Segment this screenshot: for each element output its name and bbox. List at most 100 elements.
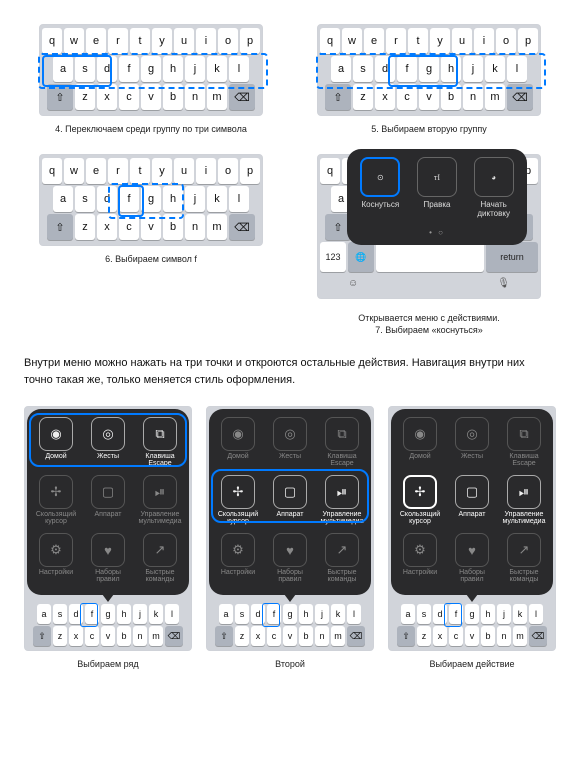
key[interactable]: d [375,56,395,82]
key[interactable]: y [152,28,172,54]
key[interactable]: v [419,84,439,110]
key[interactable]: y [152,158,172,184]
menu-home[interactable]: ◉Домой [31,415,81,469]
key[interactable]: o [218,28,238,54]
shift-key[interactable]: ⇧ [47,214,73,240]
key[interactable]: t [130,28,150,54]
key[interactable]: p [240,28,260,54]
shift-key[interactable]: ⇧ [33,626,51,646]
key[interactable]: f [267,604,281,624]
key[interactable]: n [185,84,205,110]
key[interactable]: i [196,158,216,184]
key[interactable]: z [53,626,67,646]
key[interactable]: r [108,28,128,54]
key[interactable]: a [53,56,73,82]
key[interactable]: g [465,604,479,624]
menu-escape[interactable]: ⧉Клавиша Escape [317,415,367,469]
key[interactable]: q [320,158,340,184]
key[interactable]: j [133,604,147,624]
key[interactable]: h [441,56,461,82]
key[interactable]: h [163,56,183,82]
key[interactable]: n [315,626,329,646]
key[interactable]: x [97,84,117,110]
menu-settings[interactable]: ⚙Настройки [213,531,263,585]
action-tap[interactable]: ⊙ Коснуться [355,157,406,218]
key[interactable]: v [465,626,479,646]
menu-settings[interactable]: ⚙Настройки [31,531,81,585]
key[interactable]: g [101,604,115,624]
menu-media[interactable]: ⏯Управление мультимедиа [135,473,185,527]
backspace-key[interactable]: ⌫ [165,626,183,646]
key[interactable]: a [401,604,415,624]
key[interactable]: p [240,158,260,184]
key[interactable]: d [97,186,117,212]
key[interactable]: k [485,56,505,82]
globe-key[interactable]: 🌐 [348,242,374,272]
key[interactable]: w [64,28,84,54]
key[interactable]: k [207,56,227,82]
menu-device[interactable]: ▢Аппарат [83,473,133,527]
key[interactable]: l [347,604,361,624]
key[interactable]: m [513,626,527,646]
key[interactable]: d [433,604,447,624]
emoji-icon[interactable]: ☺ [348,278,358,289]
key[interactable]: m [331,626,345,646]
mic-icon[interactable]: 🎙 [497,278,510,289]
backspace-key[interactable]: ⌫ [229,84,255,110]
menu-media[interactable]: ⏯Управление мультимедиа [317,473,367,527]
menu-gestures[interactable]: ◎Жесты [265,415,315,469]
key[interactable]: f [119,186,139,212]
menu-device[interactable]: ▢Аппарат [265,473,315,527]
key[interactable]: x [97,214,117,240]
key[interactable]: p [518,28,538,54]
menu-gestures[interactable]: ◎Жесты [83,415,133,469]
key[interactable]: t [408,28,428,54]
key[interactable]: j [315,604,329,624]
key[interactable]: z [235,626,249,646]
key[interactable]: g [283,604,297,624]
key[interactable]: s [75,56,95,82]
key[interactable]: n [185,214,205,240]
backspace-key[interactable]: ⌫ [529,626,547,646]
key[interactable]: g [419,56,439,82]
key[interactable]: l [229,56,249,82]
menu-escape[interactable]: ⧉Клавиша Escape [135,415,185,469]
key[interactable]: c [397,84,417,110]
key[interactable]: f [397,56,417,82]
key[interactable]: q [42,158,62,184]
menu-shortcuts[interactable]: ↗Быстрые команды [135,531,185,585]
key[interactable]: e [86,28,106,54]
menu-media[interactable]: ⏯Управление мультимедиа [499,473,549,527]
key[interactable]: s [235,604,249,624]
menu-cursor[interactable]: ✢Скользящий курсор [213,473,263,527]
key[interactable]: n [463,84,483,110]
key[interactable]: q [320,28,340,54]
action-dictate[interactable]: ◕ Начать диктовку [468,157,519,218]
action-edit[interactable]: ᴛI Правка [412,157,463,218]
key[interactable]: f [119,56,139,82]
key[interactable]: f [85,604,99,624]
menu-shortcuts[interactable]: ↗Быстрые команды [499,531,549,585]
key[interactable]: j [185,56,205,82]
key[interactable]: r [386,28,406,54]
key[interactable]: e [364,28,384,54]
key[interactable]: h [163,186,183,212]
key[interactable]: q [42,28,62,54]
key[interactable]: d [69,604,83,624]
key[interactable]: h [481,604,495,624]
key[interactable]: y [430,28,450,54]
key[interactable]: z [417,626,431,646]
key[interactable]: l [529,604,543,624]
key[interactable]: j [463,56,483,82]
key[interactable]: k [513,604,527,624]
key[interactable]: x [69,626,83,646]
menu-shortcuts[interactable]: ↗Быстрые команды [317,531,367,585]
key[interactable]: o [496,28,516,54]
key[interactable]: l [165,604,179,624]
key[interactable]: z [75,214,95,240]
key[interactable]: h [299,604,313,624]
key[interactable]: x [251,626,265,646]
key[interactable]: m [207,214,227,240]
key[interactable]: m [207,84,227,110]
key[interactable]: v [141,84,161,110]
